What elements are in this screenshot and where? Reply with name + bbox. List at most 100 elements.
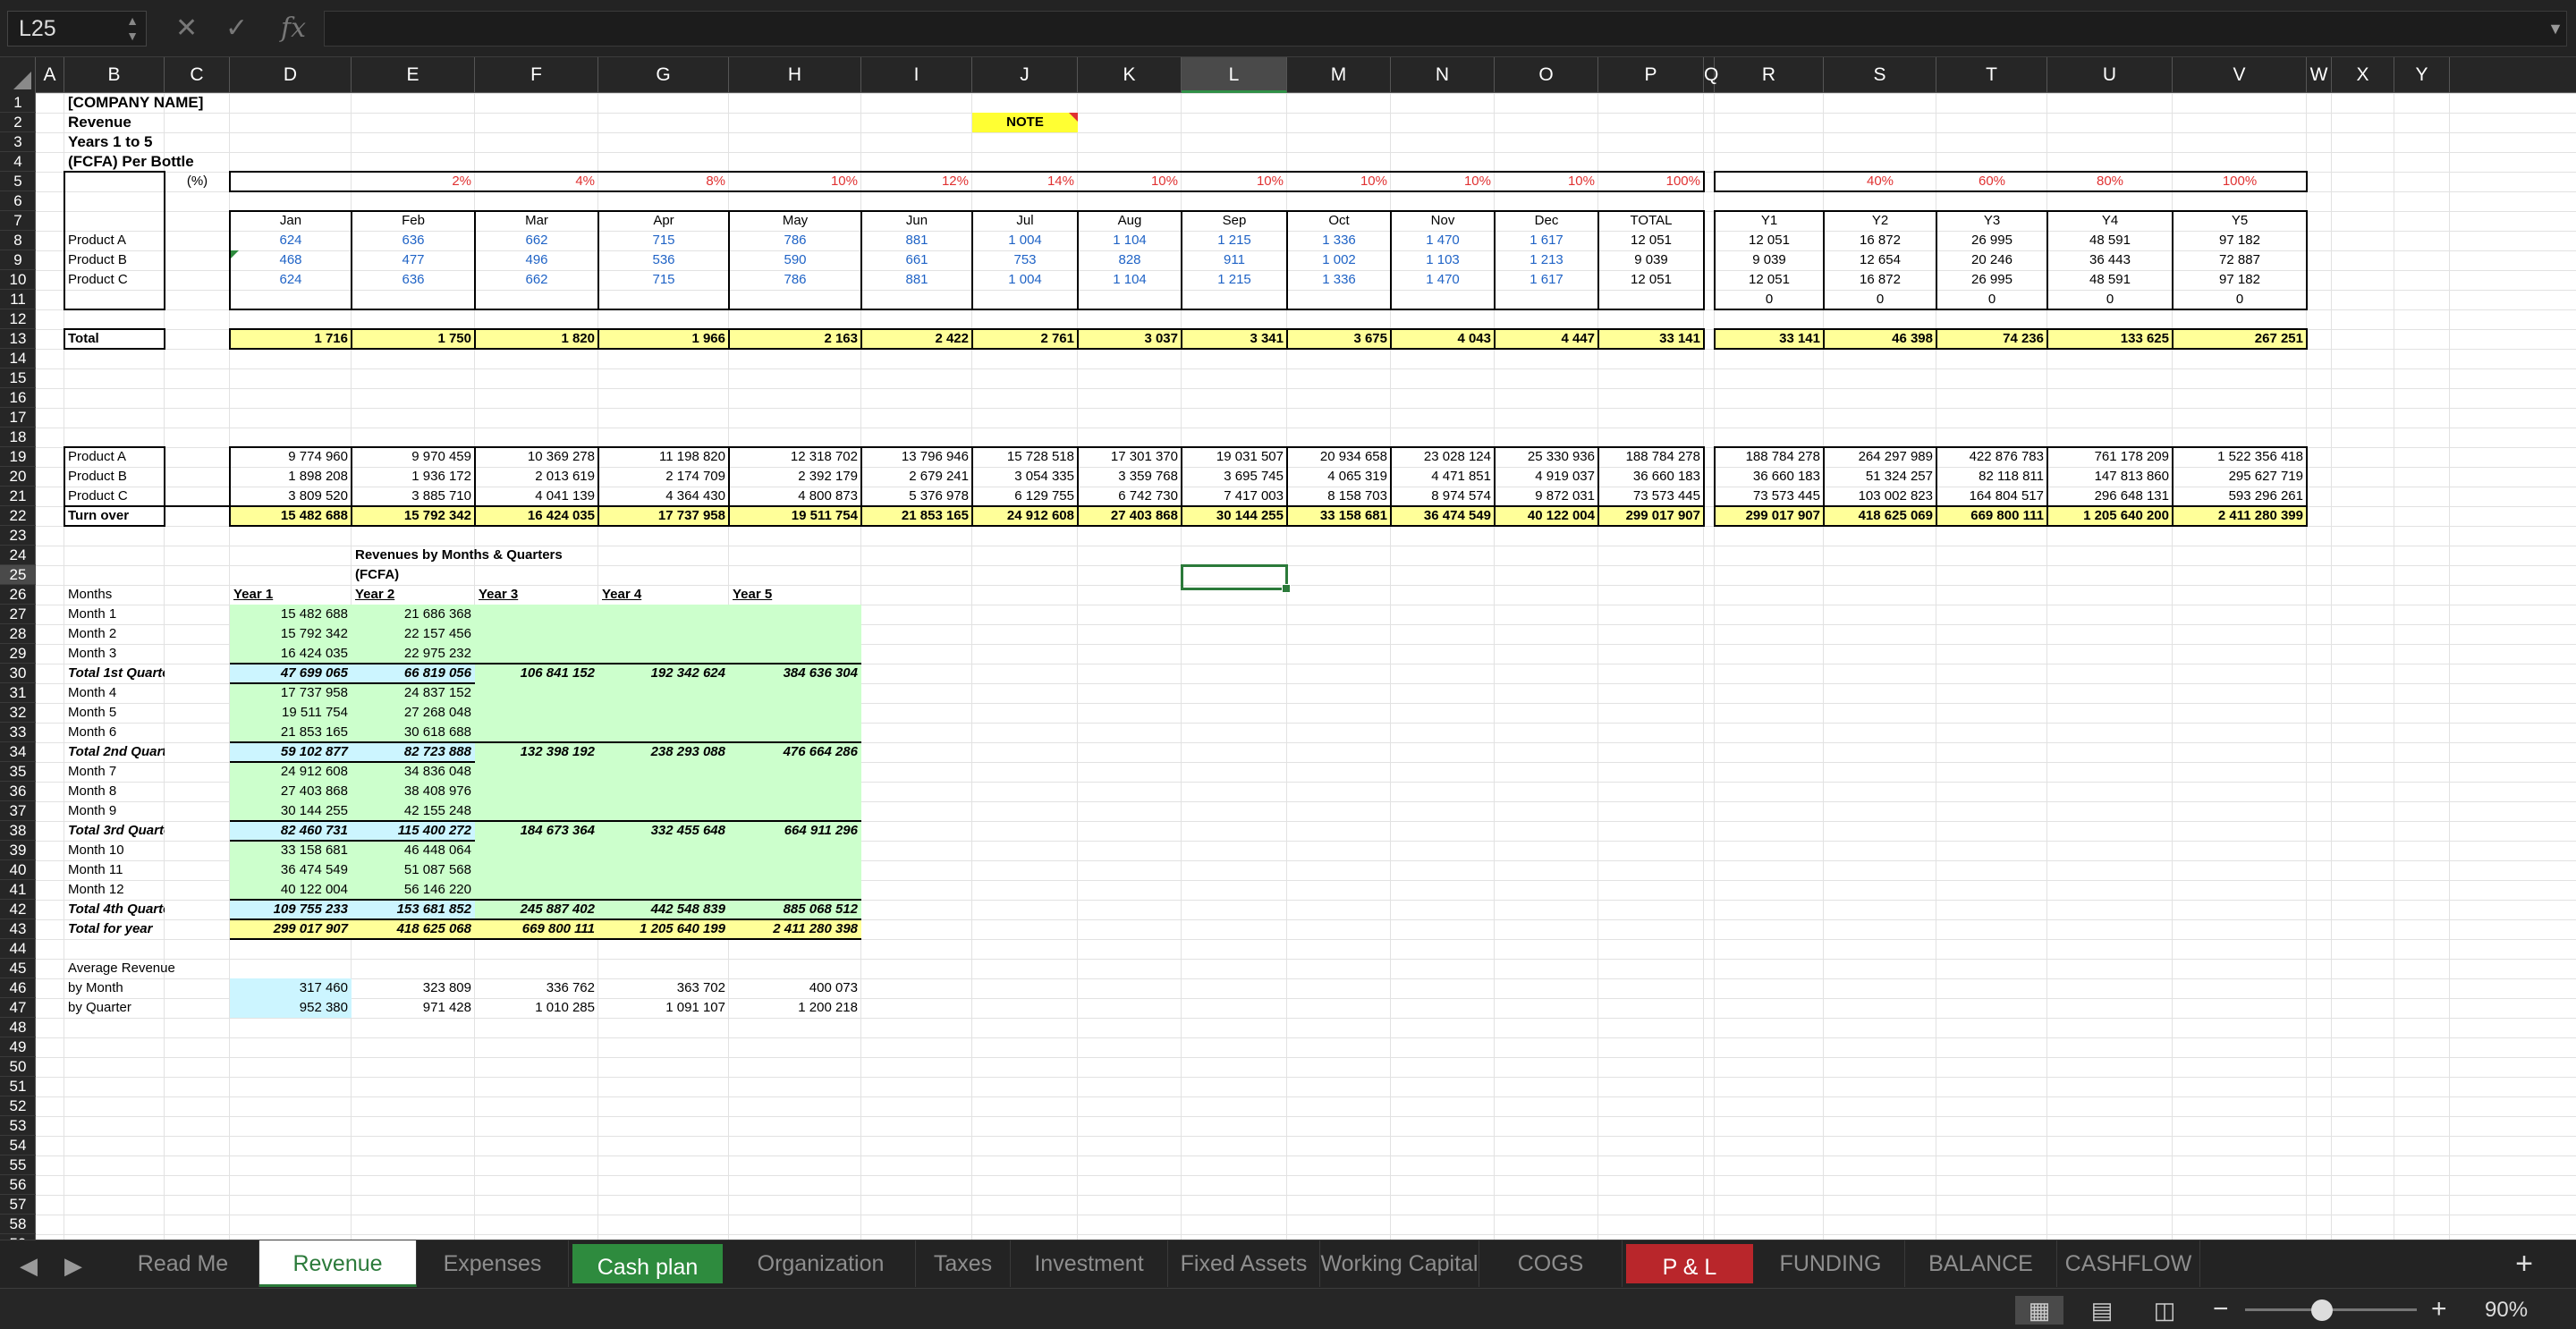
row-header-55[interactable]: 55 <box>0 1155 36 1175</box>
row-header-33[interactable]: 33 <box>0 723 36 742</box>
tab-organization[interactable]: Organization <box>726 1240 916 1287</box>
column-header-m[interactable]: M <box>1287 57 1391 93</box>
row-header-52[interactable]: 52 <box>0 1096 36 1116</box>
column-header-s[interactable]: S <box>1824 57 1936 93</box>
formula-expand-icon[interactable]: ▼ <box>2547 20 2563 38</box>
column-header-c[interactable]: C <box>165 57 230 93</box>
column-header-h[interactable]: H <box>729 57 861 93</box>
selected-cell[interactable] <box>1181 564 1291 593</box>
row-header-7[interactable]: 7 <box>0 211 36 231</box>
tab-scroll-left-icon[interactable]: ◀ <box>20 1248 38 1283</box>
row-header-3[interactable]: 3 <box>0 132 36 152</box>
tab-investment[interactable]: Investment <box>1011 1240 1168 1287</box>
add-sheet-icon[interactable]: + <box>2515 1244 2533 1283</box>
row-header-25[interactable]: 25 <box>0 565 36 585</box>
row-header-15[interactable]: 15 <box>0 368 36 388</box>
row-header-38[interactable]: 38 <box>0 821 36 841</box>
tab-funding[interactable]: FUNDING <box>1757 1240 1905 1287</box>
column-header-b[interactable]: B <box>64 57 165 93</box>
row-header-12[interactable]: 12 <box>0 309 36 329</box>
column-header-y[interactable]: Y <box>2394 57 2450 93</box>
error-indicator-icon[interactable] <box>231 250 239 258</box>
row-header-42[interactable]: 42 <box>0 900 36 919</box>
row-header-41[interactable]: 41 <box>0 880 36 900</box>
tab-fixed-assets[interactable]: Fixed Assets <box>1168 1240 1320 1287</box>
tab-cashflow[interactable]: CASHFLOW <box>2057 1240 2200 1287</box>
row-header-34[interactable]: 34 <box>0 742 36 762</box>
row-header-49[interactable]: 49 <box>0 1037 36 1057</box>
row-header-23[interactable]: 23 <box>0 526 36 546</box>
cancel-icon[interactable]: ✕ <box>175 9 198 48</box>
row-header-11[interactable]: 11 <box>0 290 36 309</box>
tab-cash-plan[interactable]: Cash plan <box>569 1240 726 1287</box>
row-header-4[interactable]: 4 <box>0 152 36 172</box>
row-header-16[interactable]: 16 <box>0 388 36 408</box>
tab-revenue[interactable]: Revenue <box>259 1240 417 1287</box>
column-header-r[interactable]: R <box>1715 57 1824 93</box>
column-header-v[interactable]: V <box>2173 57 2307 93</box>
row-header-53[interactable]: 53 <box>0 1116 36 1136</box>
column-header-j[interactable]: J <box>972 57 1078 93</box>
name-box-stepper-icon[interactable]: ▲ ▼ <box>126 13 139 44</box>
row-header-57[interactable]: 57 <box>0 1195 36 1215</box>
column-header-w[interactable]: W <box>2307 57 2332 93</box>
row-header-5[interactable]: 5 <box>0 172 36 191</box>
row-header-27[interactable]: 27 <box>0 605 36 624</box>
tab-cogs[interactable]: COGS <box>1479 1240 1623 1287</box>
column-header-q[interactable]: Q <box>1704 57 1718 93</box>
tab-p-l[interactable]: P & L <box>1623 1240 1757 1287</box>
row-header-14[interactable]: 14 <box>0 349 36 368</box>
column-header-g[interactable]: G <box>598 57 729 93</box>
row-header-24[interactable]: 24 <box>0 546 36 565</box>
row-header-43[interactable]: 43 <box>0 919 36 939</box>
cell-area[interactable]: [COMPANY NAME] Revenue Years 1 to 5 (FCFA) … <box>36 93 2576 1240</box>
row-header-13[interactable]: 13 <box>0 329 36 349</box>
formula-input[interactable] <box>324 11 2567 47</box>
page-layout-view-icon[interactable]: ▤ <box>2078 1296 2126 1325</box>
tab-read-me[interactable]: Read Me <box>107 1240 259 1287</box>
zoom-in-icon[interactable]: + <box>2431 1292 2447 1326</box>
column-header-x[interactable]: X <box>2332 57 2394 93</box>
column-header-e[interactable]: E <box>352 57 475 93</box>
column-header-i[interactable]: I <box>861 57 972 93</box>
row-header-20[interactable]: 20 <box>0 467 36 487</box>
zoom-out-icon[interactable]: − <box>2213 1292 2229 1326</box>
row-header-51[interactable]: 51 <box>0 1077 36 1096</box>
column-header-a[interactable]: A <box>36 57 64 93</box>
column-header-f[interactable]: F <box>475 57 598 93</box>
comment-indicator-icon[interactable] <box>1069 113 1078 122</box>
row-header-9[interactable]: 9 <box>0 250 36 270</box>
row-header-48[interactable]: 48 <box>0 1018 36 1037</box>
normal-view-icon[interactable]: ▦ <box>2015 1296 2063 1325</box>
row-header-1[interactable]: 1 <box>0 93 36 113</box>
row-header-39[interactable]: 39 <box>0 841 36 860</box>
column-header-p[interactable]: P <box>1598 57 1704 93</box>
row-header-36[interactable]: 36 <box>0 782 36 801</box>
row-header-18[interactable]: 18 <box>0 427 36 447</box>
column-header-n[interactable]: N <box>1391 57 1495 93</box>
fx-icon[interactable]: fx <box>281 9 306 48</box>
column-header-l[interactable]: L <box>1182 57 1287 93</box>
row-header-44[interactable]: 44 <box>0 939 36 959</box>
row-header-17[interactable]: 17 <box>0 408 36 427</box>
row-header-50[interactable]: 50 <box>0 1057 36 1077</box>
row-header-10[interactable]: 10 <box>0 270 36 290</box>
column-header-k[interactable]: K <box>1078 57 1182 93</box>
row-header-21[interactable]: 21 <box>0 487 36 506</box>
row-header-45[interactable]: 45 <box>0 959 36 978</box>
row-header-8[interactable]: 8 <box>0 231 36 250</box>
row-header-40[interactable]: 40 <box>0 860 36 880</box>
row-header-19[interactable]: 19 <box>0 447 36 467</box>
tab-taxes[interactable]: Taxes <box>916 1240 1011 1287</box>
row-header-6[interactable]: 6 <box>0 191 36 211</box>
tab-expenses[interactable]: Expenses <box>417 1240 569 1287</box>
row-header-2[interactable]: 2 <box>0 113 36 132</box>
row-header-22[interactable]: 22 <box>0 506 36 526</box>
row-header-54[interactable]: 54 <box>0 1136 36 1155</box>
select-all-corner[interactable] <box>0 57 36 93</box>
name-box[interactable]: L25 ▲ ▼ <box>7 11 147 47</box>
row-header-29[interactable]: 29 <box>0 644 36 664</box>
page-break-view-icon[interactable]: ◫ <box>2140 1296 2189 1325</box>
tab-scroll-right-icon[interactable]: ▶ <box>64 1248 82 1283</box>
column-header-t[interactable]: T <box>1936 57 2047 93</box>
